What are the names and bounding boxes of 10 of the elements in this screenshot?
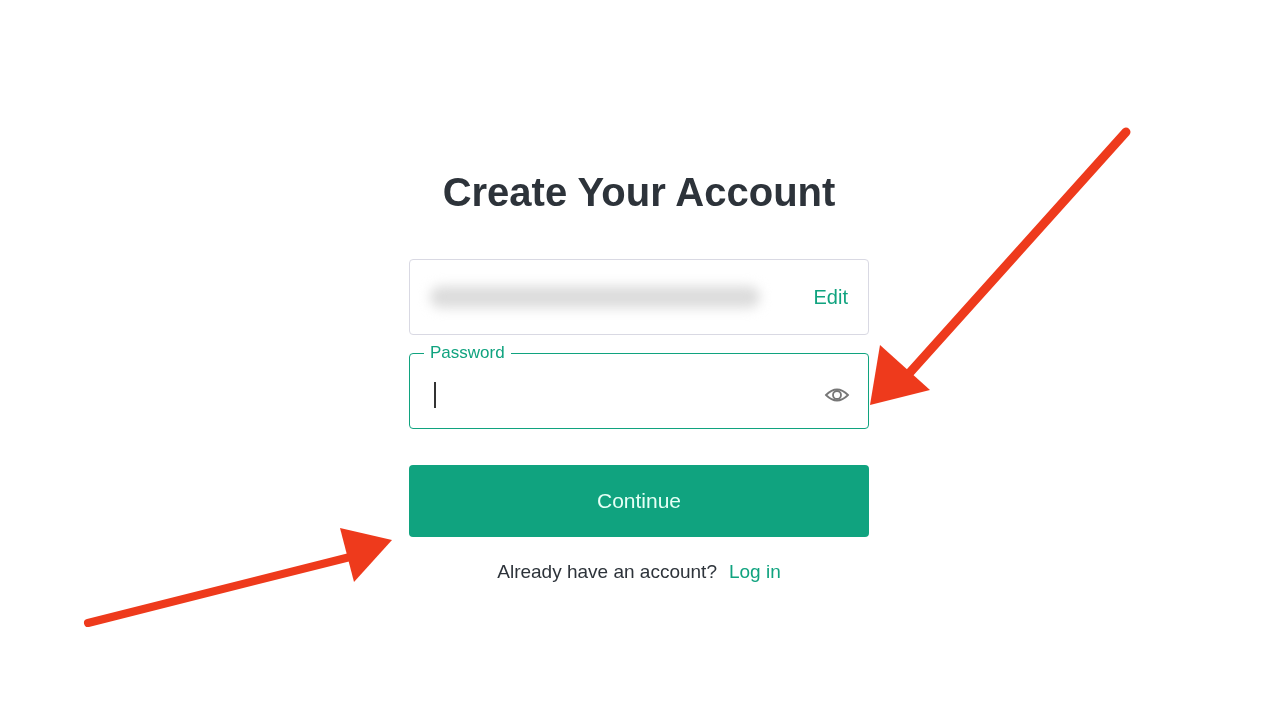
page-title: Create Your Account <box>441 170 837 215</box>
edit-link[interactable]: Edit <box>813 285 848 309</box>
password-field[interactable]: Password <box>409 343 869 429</box>
footer-text: Already have an account? <box>497 561 717 583</box>
login-link[interactable]: Log in <box>728 561 781 583</box>
continue-button[interactable]: Continue <box>409 465 869 537</box>
email-field[interactable]: Edit <box>409 259 869 335</box>
eye-icon[interactable] <box>824 386 850 404</box>
field-label: Password <box>429 343 506 363</box>
text-cursor <box>434 382 436 408</box>
